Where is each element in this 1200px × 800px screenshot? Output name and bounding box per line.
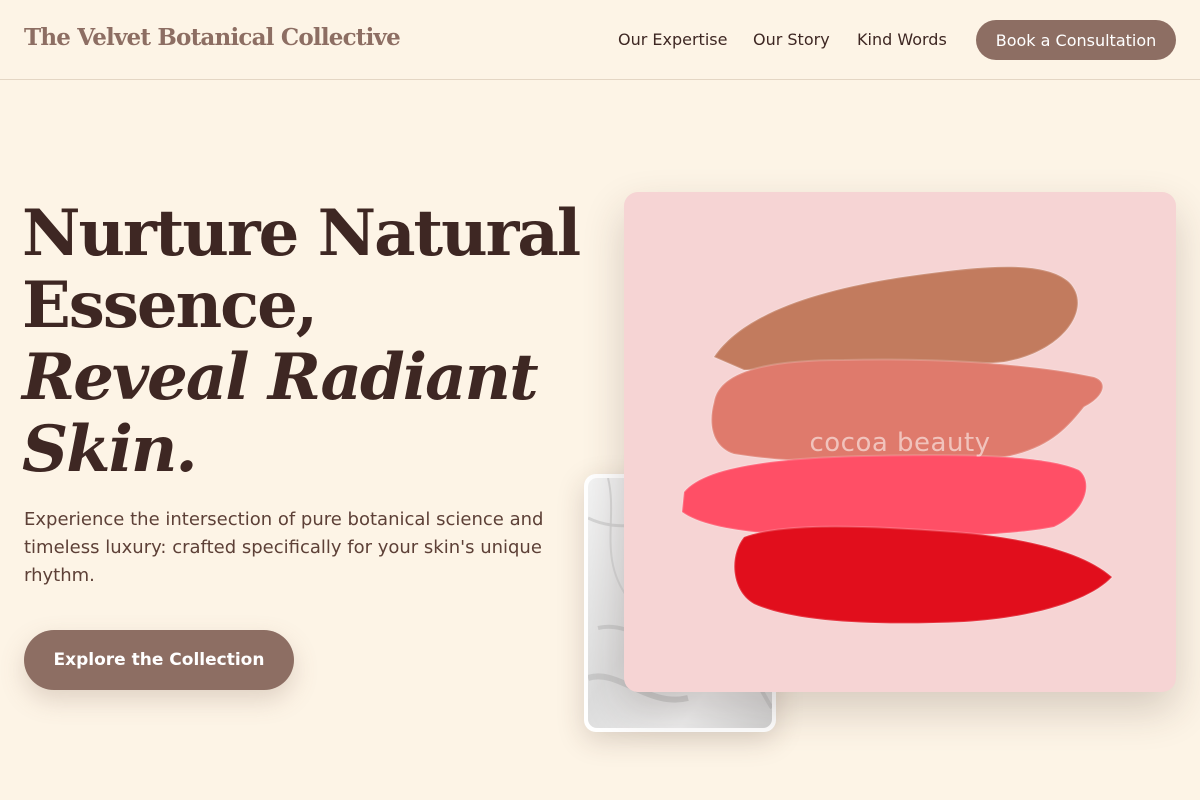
explore-collection-button[interactable]: Explore the Collection — [24, 630, 294, 690]
site-header: The Velvet Botanical Collective Our Expe… — [0, 0, 1200, 80]
hero-description: Experience the intersection of pure bota… — [24, 509, 544, 586]
lipstick-swatch-card: cocoa beauty — [624, 192, 1176, 692]
lipstick-swatch-red — [734, 526, 1112, 624]
hero-title-line-1: Nurture Natural — [22, 196, 581, 271]
brand-logo[interactable]: The Velvet Botanical Collective — [24, 24, 401, 51]
nav-link-our-expertise[interactable]: Our Expertise — [618, 30, 727, 49]
hero-title-line-2: Essence, — [22, 268, 318, 343]
watermark-text: cocoa beauty — [809, 428, 991, 458]
lipstick-swatch-bronze — [714, 266, 1078, 370]
hero-title-line-3: Reveal Radiant — [22, 340, 539, 415]
book-consultation-button[interactable]: Book a Consultation — [976, 20, 1176, 60]
hero-title: Nurture Natural Essence, Reveal Radiant … — [22, 196, 581, 487]
hero-title-line-4: Skin. — [22, 412, 198, 487]
nav-link-our-story[interactable]: Our Story — [753, 30, 830, 49]
nav-link-kind-words[interactable]: Kind Words — [857, 30, 947, 49]
